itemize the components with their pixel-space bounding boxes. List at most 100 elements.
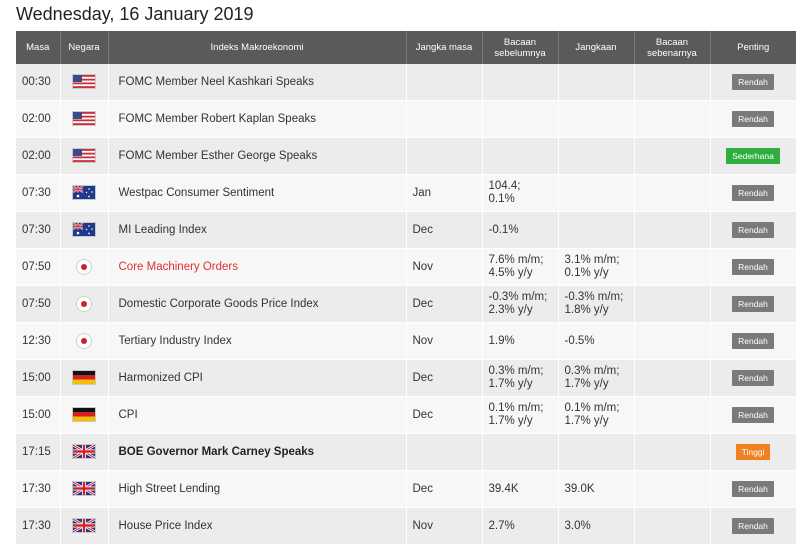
event-actual — [634, 174, 711, 212]
event-previous — [482, 433, 559, 471]
event-forecast — [558, 64, 635, 101]
event-importance: Tinggi — [710, 433, 797, 471]
event-importance: Rendah — [710, 248, 797, 286]
importance-badge: Rendah — [732, 222, 774, 238]
table-row: 15:00 Harmonized CPI Dec 0.3% m/m; 1.7% y… — [16, 359, 797, 397]
event-forecast — [558, 433, 635, 471]
event-period: Nov — [406, 322, 483, 360]
table-row: 12:30 Tertiary Industry Index Nov 1.9% -… — [16, 322, 797, 360]
event-country — [60, 470, 109, 508]
event-importance: Rendah — [710, 100, 797, 138]
event-importance: Rendah — [710, 64, 797, 101]
event-name: Domestic Corporate Goods Price Index — [108, 285, 407, 323]
table-row: 15:00 CPI Dec 0.1% m/m; 1.7% y/y 0.1% m/m… — [16, 396, 797, 434]
event-forecast: 39.0K — [558, 470, 635, 508]
event-forecast — [558, 100, 635, 138]
event-country — [60, 359, 109, 397]
event-period — [406, 100, 483, 138]
event-forecast — [558, 211, 635, 249]
us-flag-icon — [73, 112, 95, 126]
event-time: 07:30 — [16, 211, 61, 249]
event-time: 07:50 — [16, 285, 61, 323]
event-previous — [482, 64, 559, 101]
event-name: House Price Index — [108, 507, 407, 545]
importance-badge: Rendah — [732, 370, 774, 386]
event-previous: 7.6% m/m; 4.5% y/y — [482, 248, 559, 286]
table-row: 17:30 House Price Index Nov 2.7% 3.0% Re… — [16, 507, 797, 545]
event-period: Dec — [406, 211, 483, 249]
event-period: Nov — [406, 507, 483, 545]
importance-badge: Rendah — [732, 296, 774, 312]
event-country — [60, 322, 109, 360]
event-country — [60, 285, 109, 323]
event-previous: 104.4; 0.1% — [482, 174, 559, 212]
event-country — [60, 507, 109, 545]
table-row: 07:30 Westpac Consumer Sentiment Jan 104… — [16, 174, 797, 212]
event-time: 12:30 — [16, 322, 61, 360]
event-actual — [634, 248, 711, 286]
event-forecast — [558, 137, 635, 175]
event-name: Core Machinery Orders — [108, 248, 407, 286]
de-flag-icon — [73, 371, 95, 385]
event-forecast: 3.1% m/m; 0.1% y/y — [558, 248, 635, 286]
header-importance: Penting — [710, 31, 796, 64]
event-importance: Rendah — [710, 322, 797, 360]
us-flag-icon — [73, 75, 95, 89]
uk-flag-icon — [73, 482, 95, 496]
event-time: 17:15 — [16, 433, 61, 471]
uk-flag-icon — [73, 445, 95, 459]
importance-badge: Rendah — [732, 259, 774, 275]
event-previous: 1.9% — [482, 322, 559, 360]
event-period: Jan — [406, 174, 483, 212]
event-forecast — [558, 174, 635, 212]
de-flag-icon — [73, 408, 95, 422]
event-name: FOMC Member Esther George Speaks — [108, 137, 407, 175]
header-country: Negara — [60, 31, 109, 64]
event-name: Tertiary Industry Index — [108, 322, 407, 360]
table-row: 07:30 MI Leading Index Dec -0.1% Rendah — [16, 211, 797, 249]
event-country — [60, 174, 109, 212]
header-period: Jangka masa — [406, 31, 483, 64]
table-row: 17:30 High Street Lending Dec 39.4K 39.0… — [16, 470, 797, 508]
importance-badge: Rendah — [732, 518, 774, 534]
au-flag-icon — [73, 223, 95, 237]
header-actual: Bacaan sebenarnya — [634, 31, 711, 64]
importance-badge: Sederhana — [726, 148, 780, 164]
event-importance: Sederhana — [710, 137, 797, 175]
event-time: 02:00 — [16, 100, 61, 138]
event-time: 15:00 — [16, 359, 61, 397]
event-actual — [634, 433, 711, 471]
event-country — [60, 396, 109, 434]
event-period: Dec — [406, 470, 483, 508]
event-country — [60, 211, 109, 249]
event-previous: 2.7% — [482, 507, 559, 545]
event-previous — [482, 100, 559, 138]
event-name: FOMC Member Robert Kaplan Speaks — [108, 100, 407, 138]
event-name: MI Leading Index — [108, 211, 407, 249]
importance-badge: Tinggi — [735, 444, 771, 460]
event-actual — [634, 137, 711, 175]
importance-badge: Rendah — [732, 111, 774, 127]
page-title: Wednesday, 16 January 2019 — [16, 4, 254, 24]
importance-badge: Rendah — [732, 74, 774, 90]
event-time: 17:30 — [16, 470, 61, 508]
importance-badge: Rendah — [732, 333, 774, 349]
event-previous — [482, 137, 559, 175]
event-name: CPI — [108, 396, 407, 434]
event-importance: Rendah — [710, 174, 797, 212]
event-time: 02:00 — [16, 137, 61, 175]
event-forecast: 0.3% m/m; 1.7% y/y — [558, 359, 635, 397]
event-actual — [634, 359, 711, 397]
event-name: Harmonized CPI — [108, 359, 407, 397]
event-time: 00:30 — [16, 64, 61, 101]
event-actual — [634, 285, 711, 323]
uk-flag-icon — [73, 519, 95, 533]
table-header-row: Masa Negara Indeks Makroekonomi Jangka m… — [16, 31, 796, 64]
event-name: FOMC Member Neel Kashkari Speaks — [108, 64, 407, 101]
event-importance: Rendah — [710, 507, 797, 545]
event-link[interactable]: Core Machinery Orders — [119, 261, 239, 273]
event-importance: Rendah — [710, 211, 797, 249]
event-period: Dec — [406, 396, 483, 434]
event-period: Dec — [406, 285, 483, 323]
table-row: 07:50 Core Machinery Orders Nov 7.6% m/m… — [16, 248, 797, 286]
